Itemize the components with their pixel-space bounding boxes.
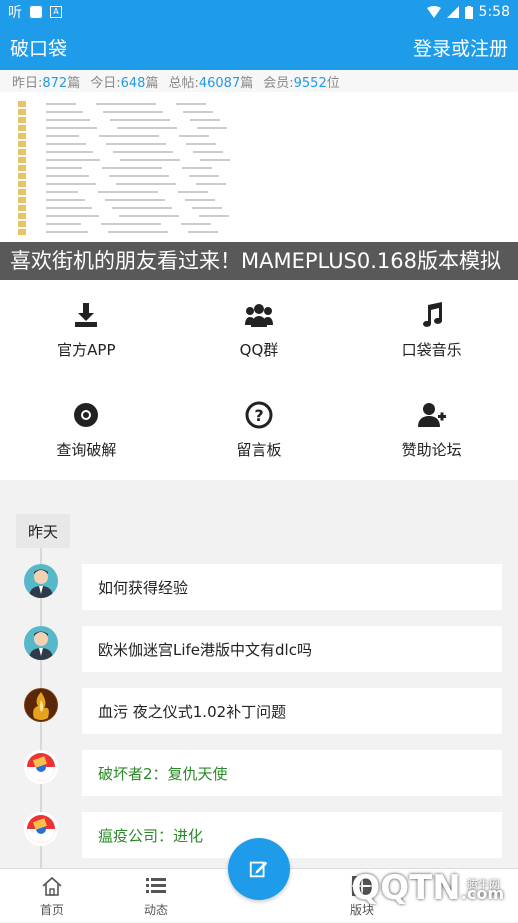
banner-file-row <box>0 124 518 132</box>
banner-file-row <box>0 148 518 156</box>
wifi-icon <box>426 6 441 18</box>
add-user-icon <box>417 402 446 427</box>
fire-avatar-icon <box>25 689 57 721</box>
banner-file-row <box>0 172 518 180</box>
stat-total: 总帖:46087篇 <box>168 75 254 91</box>
banner-file-row <box>0 196 518 204</box>
lifebuoy-icon <box>74 402 99 427</box>
avatar[interactable] <box>24 812 58 846</box>
list-item[interactable]: 破坏者2：复仇天使 <box>82 750 502 796</box>
stat-members: 会员:9552位 <box>263 75 340 91</box>
list-icon <box>146 877 166 893</box>
app-title: 破口袋 <box>10 37 68 60</box>
avatar[interactable] <box>24 626 58 660</box>
banner-file-row <box>0 164 518 172</box>
tab-feed[interactable]: 动态 <box>104 869 208 923</box>
list-item[interactable]: 如何获得经验 <box>82 564 502 610</box>
grid-item-sponsor[interactable]: 赞助论坛 <box>345 380 518 480</box>
banner-file-row <box>0 220 518 228</box>
banner-file-row <box>0 156 518 164</box>
grid-item-crack-search[interactable]: 查询破解 <box>0 380 173 480</box>
banner-caption: 喜欢街机的朋友看过来！MAMEPLUS0.168版本模拟 <box>0 242 518 280</box>
status-app-text: 听 <box>8 5 22 21</box>
battery-icon <box>464 5 473 19</box>
list-item[interactable]: 欧米伽迷宫Life港版中文有dlc吗 <box>82 626 502 672</box>
quick-links-grid: 官方APP QQ群 口袋音乐 查询破解 ? 留言板 赞助论坛 <box>0 280 518 480</box>
notification-icon <box>30 6 42 18</box>
man-avatar-icon <box>29 631 53 660</box>
download-icon <box>75 302 98 327</box>
stat-yesterday: 昨日:872篇 <box>12 75 81 91</box>
grid-item-qq[interactable]: QQ群 <box>173 280 346 380</box>
banner-file-row <box>0 108 518 116</box>
edit-icon <box>249 861 268 878</box>
pokeball-avatar-icon <box>27 815 55 843</box>
banner-file-row <box>0 212 518 220</box>
watermark-subtitle: 腾牛网 <box>467 878 500 891</box>
banner-file-row <box>0 204 518 212</box>
banner-file-row <box>0 100 518 108</box>
grid-item-music[interactable]: 口袋音乐 <box>345 280 518 380</box>
home-icon <box>42 876 62 896</box>
list-item[interactable]: 瘟疫公司：进化 <box>82 812 502 858</box>
status-bar: 听 A 5:58 <box>0 0 518 24</box>
notification-a-icon: A <box>50 6 62 18</box>
login-register-link[interactable]: 登录或注册 <box>413 34 508 61</box>
grid-item-message-board[interactable]: ? 留言板 <box>173 380 346 480</box>
avatar[interactable] <box>24 688 58 722</box>
banner-file-row <box>0 140 518 148</box>
stat-today: 今日:648篇 <box>90 75 159 91</box>
banner-file-row <box>0 116 518 124</box>
grid-item-app[interactable]: 官方APP <box>0 280 173 380</box>
music-icon <box>422 301 442 327</box>
banner-file-row <box>0 180 518 188</box>
banner-file-row <box>0 228 518 236</box>
pokeball-avatar-icon <box>27 753 55 781</box>
day-label: 昨天 <box>16 514 70 548</box>
question-icon: ? <box>245 401 273 428</box>
banner-carousel[interactable]: 喜欢街机的朋友看过来！MAMEPLUS0.168版本模拟 <box>0 92 518 280</box>
app-bar: 破口袋 登录或注册 <box>0 24 518 70</box>
tab-home[interactable]: 首页 <box>0 869 104 923</box>
status-time: 5:58 <box>478 4 510 20</box>
man-avatar-icon <box>29 569 53 598</box>
forum-stats: 昨日:872篇 今日:648篇 总帖:46087篇 会员:9552位 <box>0 70 518 92</box>
banner-file-row <box>0 132 518 140</box>
list-item[interactable]: 血污 夜之仪式1.02补丁问题 <box>82 688 502 734</box>
group-icon <box>244 303 273 327</box>
banner-file-row <box>0 188 518 196</box>
banner-image <box>0 100 518 240</box>
avatar[interactable] <box>24 564 58 598</box>
avatar[interactable] <box>24 750 58 784</box>
compose-button[interactable] <box>228 838 290 900</box>
signal-icon <box>446 6 459 18</box>
svg-text:?: ? <box>254 406 263 425</box>
